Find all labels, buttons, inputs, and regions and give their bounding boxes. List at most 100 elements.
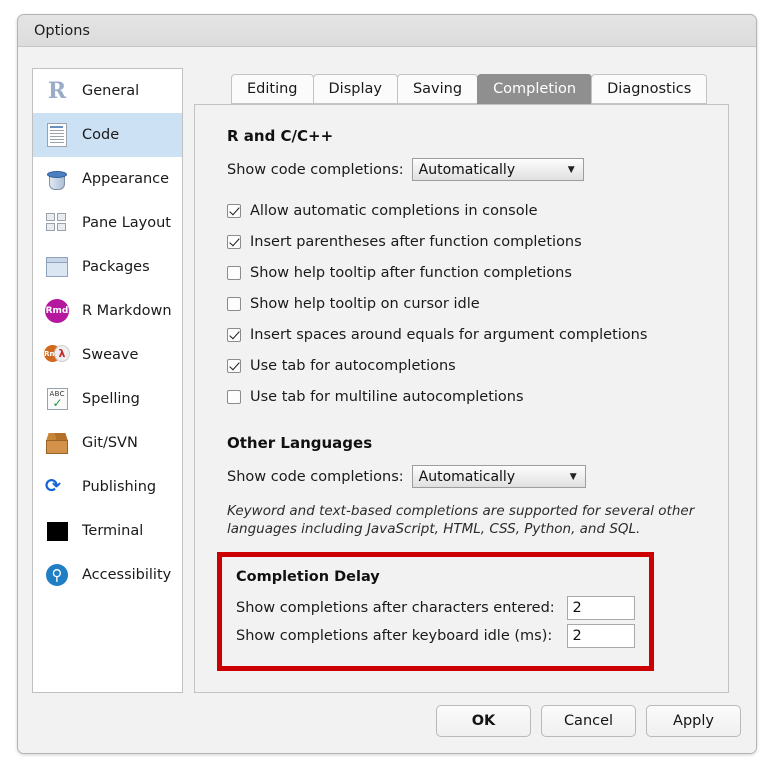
checkbox-row-help-tooltip-cursor-idle[interactable]: Show help tooltip on cursor idle: [227, 288, 710, 319]
r-cpp-completions-value: Automatically: [418, 161, 516, 178]
tab-completion[interactable]: Completion: [477, 74, 593, 104]
completion-delay-idle-input[interactable]: 2: [567, 624, 635, 649]
checkbox-label: Insert parentheses after function comple…: [250, 233, 582, 250]
sidebar-item-label: Code: [82, 127, 120, 143]
sidebar-item-terminal[interactable]: Terminal: [33, 509, 182, 553]
completion-delay-idle-label: Show completions after keyboard idle (ms…: [236, 628, 553, 645]
r-cpp-completions-select[interactable]: Automatically ▼: [411, 158, 584, 181]
checkbox-insert-parentheses[interactable]: [227, 234, 241, 249]
terminal-icon: [44, 518, 70, 544]
sidebar-item-sweave[interactable]: Rnw λ Sweave: [33, 333, 182, 377]
other-languages-completions-select[interactable]: Automatically ▼: [411, 465, 586, 488]
sidebar-item-appearance[interactable]: Appearance: [33, 157, 182, 201]
sidebar-item-pane-layout[interactable]: Pane Layout: [33, 201, 182, 245]
rmd-badge-icon: Rmd: [44, 298, 70, 324]
checkbox-label: Show help tooltip after function complet…: [250, 264, 572, 281]
checkbox-row-use-tab-multiline-autocompletions[interactable]: Use tab for multiline autocompletions: [227, 381, 710, 412]
completion-delay-chars-input[interactable]: 2: [567, 596, 635, 621]
chevron-down-icon: ▼: [567, 164, 575, 175]
sidebar-item-r-markdown[interactable]: Rmd R Markdown: [33, 289, 182, 333]
checkbox-row-allow-automatic-completions-console[interactable]: Allow automatic completions in console: [227, 195, 710, 226]
checkbox-allow-automatic-completions-console[interactable]: [227, 203, 241, 218]
completion-delay-chars-row: Show completions after characters entere…: [236, 596, 635, 621]
check-glyph: ✓: [52, 396, 63, 410]
sidebar-item-label: Pane Layout: [82, 215, 171, 231]
checkbox-label: Insert spaces around equals for argument…: [250, 326, 648, 343]
other-languages-note: Keyword and text-based completions are s…: [227, 503, 695, 538]
checkbox-row-help-tooltip-after-function[interactable]: Show help tooltip after function complet…: [227, 257, 710, 288]
publishing-glyph: ⟳: [45, 475, 61, 497]
checkbox-help-tooltip-after-function[interactable]: [227, 265, 241, 280]
sweave-rnw-pdf-icon: Rnw λ: [44, 342, 70, 368]
sidebar-item-label: Accessibility: [82, 567, 172, 583]
sidebar-item-label: Packages: [82, 259, 150, 275]
ok-button[interactable]: OK: [436, 705, 531, 737]
completion-delay-idle-row: Show completions after keyboard idle (ms…: [236, 624, 635, 649]
r-cpp-completions-label: Show code completions:: [227, 161, 404, 178]
checkbox-insert-spaces-around-equals[interactable]: [227, 327, 241, 342]
sidebar-item-label: Git/SVN: [82, 435, 138, 451]
sidebar-item-label: R Markdown: [82, 303, 172, 319]
checkbox-label: Use tab for multiline autocompletions: [250, 388, 524, 405]
sidebar-item-accessibility[interactable]: ⚲ Accessibility: [33, 553, 182, 597]
checkbox-help-tooltip-cursor-idle[interactable]: [227, 296, 241, 311]
tab-diagnostics[interactable]: Diagnostics: [591, 74, 708, 104]
sidebar-item-git-svn[interactable]: Git/SVN: [33, 421, 182, 465]
completion-delay-group: Completion Delay Show completions after …: [217, 552, 654, 672]
completion-delay-chars-label: Show completions after characters entere…: [236, 600, 555, 617]
sidebar-item-label: Sweave: [82, 347, 139, 363]
sidebar-item-general[interactable]: R General: [33, 69, 182, 113]
apply-button[interactable]: Apply: [646, 705, 741, 737]
rmd-badge-text: Rmd: [45, 299, 69, 323]
dialog-footer-buttons: OK Cancel Apply: [436, 705, 741, 737]
r-cpp-section-heading: R and C/C++: [227, 127, 334, 145]
other-languages-completions-row: Show code completions: Automatically ▼: [227, 465, 710, 488]
tab-display[interactable]: Display: [312, 74, 398, 104]
sidebar-item-label: Spelling: [82, 391, 140, 407]
sidebar-item-label: Terminal: [82, 523, 144, 539]
checkbox-use-tab-multiline-autocompletions[interactable]: [227, 389, 241, 404]
options-dialog: Options R General Code Appearance Pane L…: [17, 14, 757, 754]
r-cpp-checkbox-list: Allow automatic completions in console I…: [227, 195, 710, 412]
paint-bucket-icon: [44, 166, 70, 192]
tab-editing[interactable]: Editing: [231, 74, 314, 104]
dialog-title: Options: [34, 22, 90, 39]
sidebar-item-label: General: [82, 83, 140, 99]
checkbox-label: Allow automatic completions in console: [250, 202, 538, 219]
git-box-icon: [44, 430, 70, 456]
sidebar-item-label: Appearance: [82, 171, 170, 187]
checkbox-row-use-tab-autocompletions[interactable]: Use tab for autocompletions: [227, 350, 710, 381]
checkbox-row-insert-parentheses[interactable]: Insert parentheses after function comple…: [227, 226, 710, 257]
other-languages-section-heading: Other Languages: [227, 434, 373, 452]
r-cpp-completions-row: Show code completions: Automatically ▼: [227, 158, 710, 181]
checkbox-label: Show help tooltip on cursor idle: [250, 295, 480, 312]
other-languages-completions-label: Show code completions:: [227, 468, 404, 485]
pdf-badge-glyph: λ: [54, 345, 70, 362]
publishing-icon: ⟳: [44, 474, 70, 500]
accessibility-glyph: ⚲: [46, 564, 68, 586]
other-languages-completions-value: Automatically: [418, 468, 516, 485]
accessibility-icon: ⚲: [44, 562, 70, 588]
sidebar-item-spelling[interactable]: ABC ✓ Spelling: [33, 377, 182, 421]
sidebar-item-packages[interactable]: Packages: [33, 245, 182, 289]
dialog-body: R General Code Appearance Pane Layout Pa…: [18, 47, 756, 753]
completion-tab-panel: R and C/C++ Show code completions: Autom…: [194, 104, 729, 693]
checkbox-label: Use tab for autocompletions: [250, 357, 456, 374]
spelling-abc-check-icon: ABC ✓: [44, 386, 70, 412]
pane-layout-icon: [44, 210, 70, 236]
cancel-button[interactable]: Cancel: [541, 705, 636, 737]
package-box-icon: [44, 254, 70, 280]
checkbox-row-insert-spaces-around-equals[interactable]: Insert spaces around equals for argument…: [227, 319, 710, 350]
tab-saving[interactable]: Saving: [396, 74, 479, 104]
chevron-down-icon: ▼: [569, 471, 577, 482]
completion-delay-heading: Completion Delay: [236, 569, 380, 586]
sidebar-item-label: Publishing: [82, 479, 157, 495]
dialog-titlebar: Options: [18, 15, 756, 47]
code-document-icon: [44, 122, 70, 148]
options-tab-bar[interactable]: Editing Display Saving Completion Diagno…: [231, 74, 708, 104]
options-category-sidebar[interactable]: R General Code Appearance Pane Layout Pa…: [32, 68, 183, 693]
checkbox-use-tab-autocompletions[interactable]: [227, 358, 241, 373]
r-logo-icon: R: [47, 78, 67, 104]
sidebar-item-publishing[interactable]: ⟳ Publishing: [33, 465, 182, 509]
sidebar-item-code[interactable]: Code: [33, 113, 182, 157]
